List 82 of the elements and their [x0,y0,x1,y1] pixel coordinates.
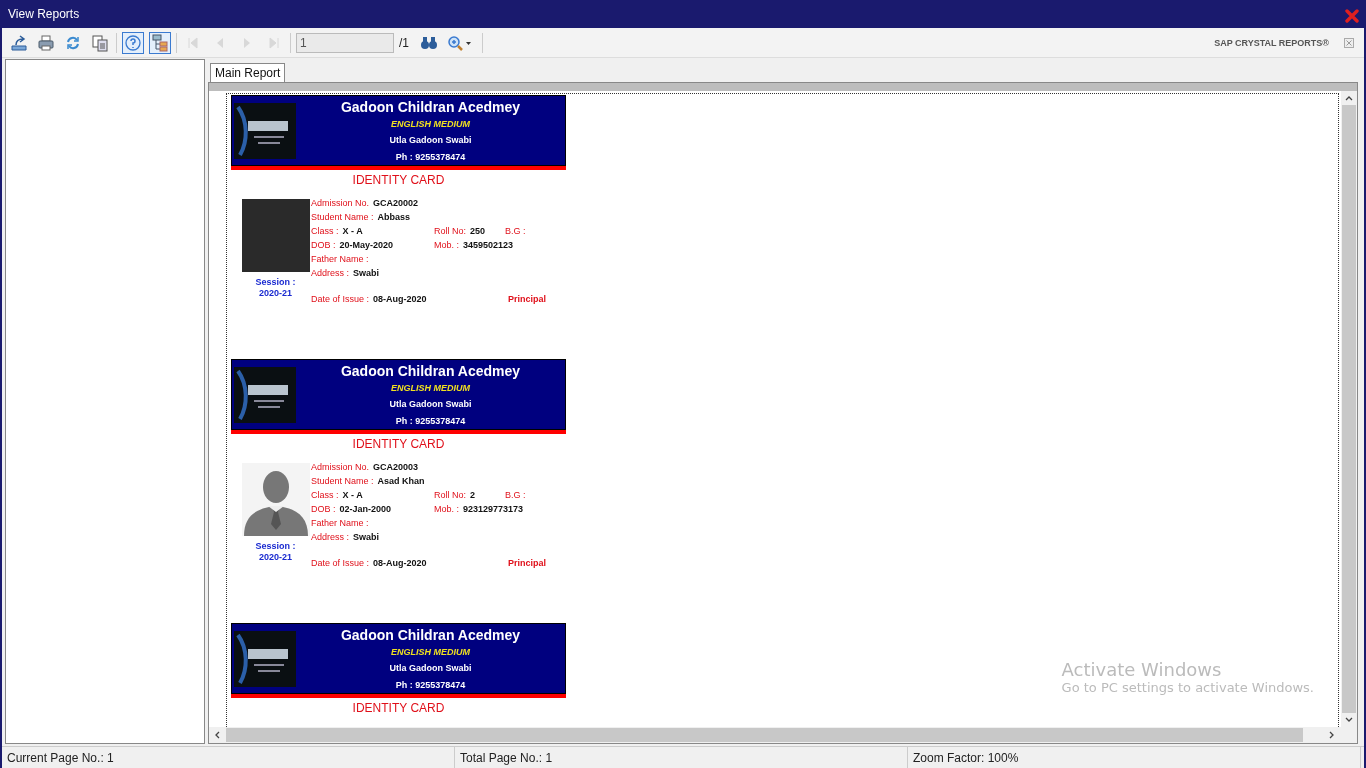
field-label: Father Name : [311,518,369,528]
tree-icon[interactable] [149,31,171,54]
signature-label: Principal [508,294,546,304]
card-title: IDENTITY CARD [351,437,446,452]
page-number-field[interactable]: 1 [296,32,394,53]
brand-label: SAP CRYSTAL REPORTS® [1214,37,1329,48]
field-value: Swabi [353,268,380,278]
field-value: GCA20002 [373,198,419,208]
activation-text: Go to PC settings to activate Windows. [1061,680,1314,695]
zoom-icon[interactable] [447,34,473,51]
field-value: 250 [470,226,486,236]
status-text: Current Page No.: 1 [2,747,455,768]
field-label: B.G : [505,226,526,236]
scroll-left-icon[interactable] [214,731,220,739]
field-label: Mob. : [434,240,459,250]
logo-drawing [234,631,296,687]
field-label: Address : [311,532,350,542]
session-label: Session : [255,541,296,552]
school-name: Gadoon Childran Acedmey [340,362,521,380]
session-value: 2020-21 [259,552,292,563]
field-label: Admission No. [311,462,370,472]
field-value: X - A [342,490,363,500]
signature-label: Principal [508,558,546,568]
field-value: 923129773173 [463,504,524,514]
field-label: Date of Issue : [311,558,370,568]
activation-title: Activate Windows [1061,659,1223,680]
field-value: 02-Jan-2000 [339,504,392,514]
field-label: Student Name : [311,476,374,486]
close-icon[interactable] [1344,37,1354,48]
field-label: Class : [311,226,339,236]
field-value: 3459502123 [463,240,514,250]
field-label: Admission No. [311,198,370,208]
session-label: Session : [255,277,296,288]
session-value: 2020-21 [259,288,292,299]
field-value: 08-Aug-2020 [373,558,427,568]
field-value: Abbass [377,212,411,222]
medium-label: ENGLISH MEDIUM [391,646,470,659]
page-total: /1 [399,35,409,50]
binoculars-icon[interactable] [420,35,438,50]
scroll-right-icon[interactable] [1329,731,1335,739]
field-label: DOB : [311,240,336,250]
school-phone: Ph : 9255378474 [395,679,466,692]
school-address: Utla Gadoon Swabi [389,662,472,675]
close-icon[interactable] [1345,9,1359,23]
school-address: Utla Gadoon Swabi [389,134,472,147]
field-label: Roll No: [434,490,466,500]
field-label: B.G : [505,490,526,500]
field-label: DOB : [311,504,336,514]
field-label: Roll No: [434,226,466,236]
school-name: Gadoon Childran Acedmey [340,98,521,116]
field-value: X - A [342,226,363,236]
school-phone: Ph : 9255378474 [395,151,466,164]
card-title: IDENTITY CARD [351,173,446,188]
field-value: 2 [470,490,476,500]
school-phone: Ph : 9255378474 [395,415,466,428]
horizontal-scrollbar[interactable] [209,727,1357,743]
field-value: GCA20003 [373,462,419,472]
field-label: Date of Issue : [311,294,370,304]
help-icon[interactable] [122,31,144,54]
field-label: Mob. : [434,504,459,514]
field-label: Class : [311,490,339,500]
status-text: Zoom Factor: 100% [908,747,1361,768]
field-label: Student Name : [311,212,374,222]
field-label: Father Name : [311,254,369,264]
scroll-down-icon[interactable] [1345,717,1353,723]
card-title: IDENTITY CARD [351,701,446,716]
school-address: Utla Gadoon Swabi [389,398,472,411]
scroll-up-icon[interactable] [1345,95,1353,101]
report-tab[interactable]: Main Report [210,63,286,82]
field-label: Address : [311,268,350,278]
window-title: View Reports [8,7,80,21]
field-value: Asad Khan [377,476,425,486]
logo-drawing [234,103,296,159]
field-value: 20-May-2020 [339,240,394,250]
school-name: Gadoon Childran Acedmey [340,626,521,644]
logo-drawing [234,367,296,423]
medium-label: ENGLISH MEDIUM [391,382,470,395]
field-value: Swabi [353,532,380,542]
medium-label: ENGLISH MEDIUM [391,118,470,131]
vertical-scrollbar[interactable] [1341,91,1357,727]
status-text: Total Page No.: 1 [455,747,908,768]
field-value: 08-Aug-2020 [373,294,427,304]
